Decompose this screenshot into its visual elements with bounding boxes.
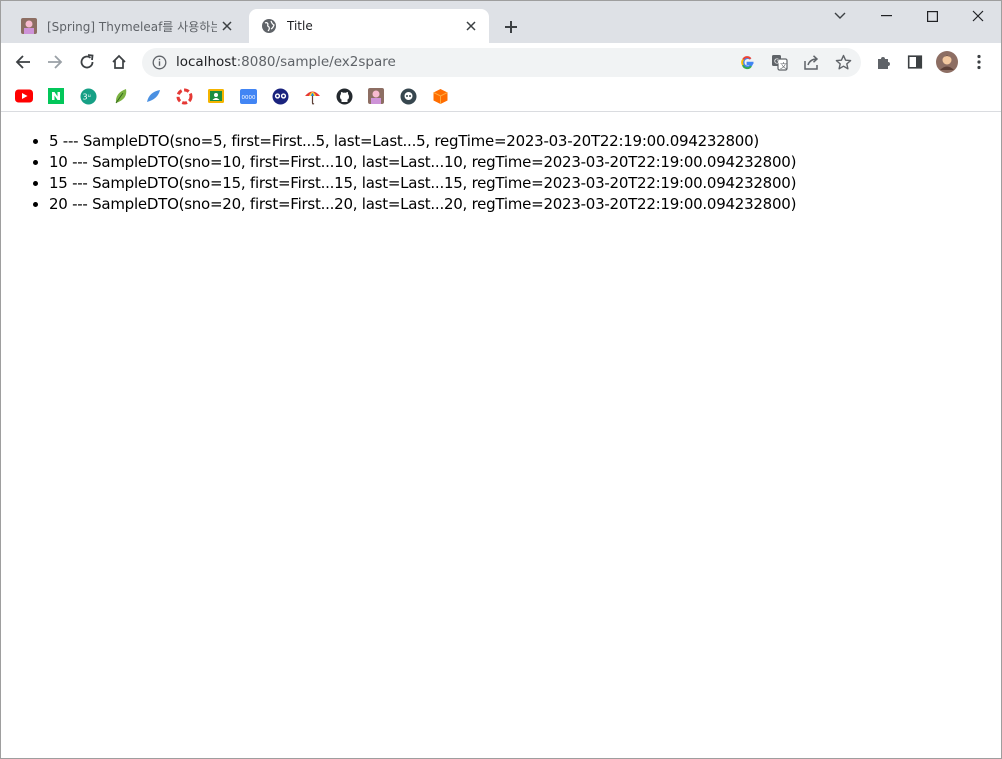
address-bar[interactable]: localhost:8080/sample/ex2spare G文 (142, 48, 861, 77)
svg-text:文: 文 (780, 61, 787, 70)
home-icon (112, 54, 126, 69)
arrow-right-icon (48, 55, 63, 69)
close-tab-icon[interactable] (461, 16, 481, 36)
list-item: 20 --- SampleDTO(sno=20, first=First...2… (49, 194, 796, 215)
green-app-icon[interactable]: 3ᵘ (79, 87, 97, 105)
youtube-icon[interactable] (15, 87, 33, 105)
avatar-icon[interactable] (367, 87, 385, 105)
github-icon[interactable] (335, 87, 353, 105)
minimize-button[interactable] (863, 1, 909, 31)
list-item: 10 --- SampleDTO(sno=10, first=First...1… (49, 152, 796, 173)
tab-title: Title (287, 19, 313, 33)
extensions-button[interactable] (870, 49, 896, 75)
avatar (936, 51, 958, 73)
tab-spring-thymeleaf[interactable]: [Spring] Thymeleaf를 사용하는 코드 (9, 9, 245, 43)
reload-icon (80, 54, 94, 69)
sample-dto-list: 5 --- SampleDTO(sno=5, first=First...5, … (1, 131, 796, 215)
browser-toolbar: localhost:8080/sample/ex2spare G文 (1, 43, 1001, 81)
grid-app-icon[interactable]: 0000 (239, 87, 257, 105)
lifebuoy-icon[interactable] (175, 87, 193, 105)
side-panel-icon (907, 55, 923, 69)
side-panel-button[interactable] (902, 49, 928, 75)
site-info-icon[interactable] (152, 55, 167, 74)
browser-window: [Spring] Thymeleaf를 사용하는 코드 Title (0, 0, 1002, 759)
maximize-icon (926, 10, 938, 22)
close-window-button[interactable] (955, 1, 1001, 31)
tab-search-button[interactable] (817, 1, 863, 31)
google-icon[interactable] (740, 55, 755, 74)
puzzle-icon (878, 57, 890, 69)
forward-button[interactable] (42, 49, 68, 75)
avatar-favicon-icon (21, 18, 37, 34)
cube-icon[interactable] (431, 87, 449, 105)
new-tab-button[interactable] (499, 15, 523, 39)
reload-button[interactable] (74, 49, 100, 75)
tab-title-active[interactable]: Title (249, 9, 489, 43)
share-icon[interactable] (803, 54, 820, 75)
bookmarks-bar: 3ᵘ 0000 (1, 81, 1001, 112)
owl-icon[interactable] (271, 87, 289, 105)
list-item: 15 --- SampleDTO(sno=15, first=First...1… (49, 173, 796, 194)
maximize-button[interactable] (909, 1, 955, 31)
close-tab-icon[interactable] (217, 16, 237, 36)
robot-icon[interactable] (399, 87, 417, 105)
chevron-down-icon (834, 12, 846, 19)
profile-button[interactable] (934, 49, 960, 75)
minimize-icon (880, 15, 892, 17)
url-path: :8080/sample/ex2spare (236, 54, 396, 70)
menu-button[interactable] (966, 49, 992, 75)
list-item: 5 --- SampleDTO(sno=5, first=First...5, … (49, 131, 796, 152)
close-icon (972, 10, 984, 22)
svg-text:G: G (774, 58, 779, 66)
back-button[interactable] (10, 49, 36, 75)
url-text[interactable]: localhost:8080/sample/ex2spare (176, 54, 396, 70)
leaf-icon[interactable] (112, 87, 130, 105)
url-host: localhost (176, 54, 237, 70)
umbrella-icon[interactable] (303, 87, 321, 105)
bookmark-star-icon[interactable] (835, 54, 852, 75)
svg-text:3ᵘ: 3ᵘ (82, 92, 90, 101)
svg-text:0000: 0000 (241, 95, 255, 101)
translate-icon[interactable]: G文 (771, 54, 788, 75)
page-content: 5 --- SampleDTO(sno=5, first=First...5, … (1, 112, 1001, 758)
tab-title: [Spring] Thymeleaf를 사용하는 코드 (47, 19, 217, 34)
more-vertical-icon (977, 54, 981, 70)
globe-icon (261, 18, 277, 34)
home-button[interactable] (106, 49, 132, 75)
classroom-icon[interactable] (207, 87, 225, 105)
feather-icon[interactable] (144, 87, 162, 105)
tab-strip: [Spring] Thymeleaf를 사용하는 코드 Title (1, 1, 1001, 43)
naver-icon[interactable] (47, 87, 65, 105)
plus-icon (505, 21, 517, 33)
arrow-left-icon (15, 55, 30, 69)
